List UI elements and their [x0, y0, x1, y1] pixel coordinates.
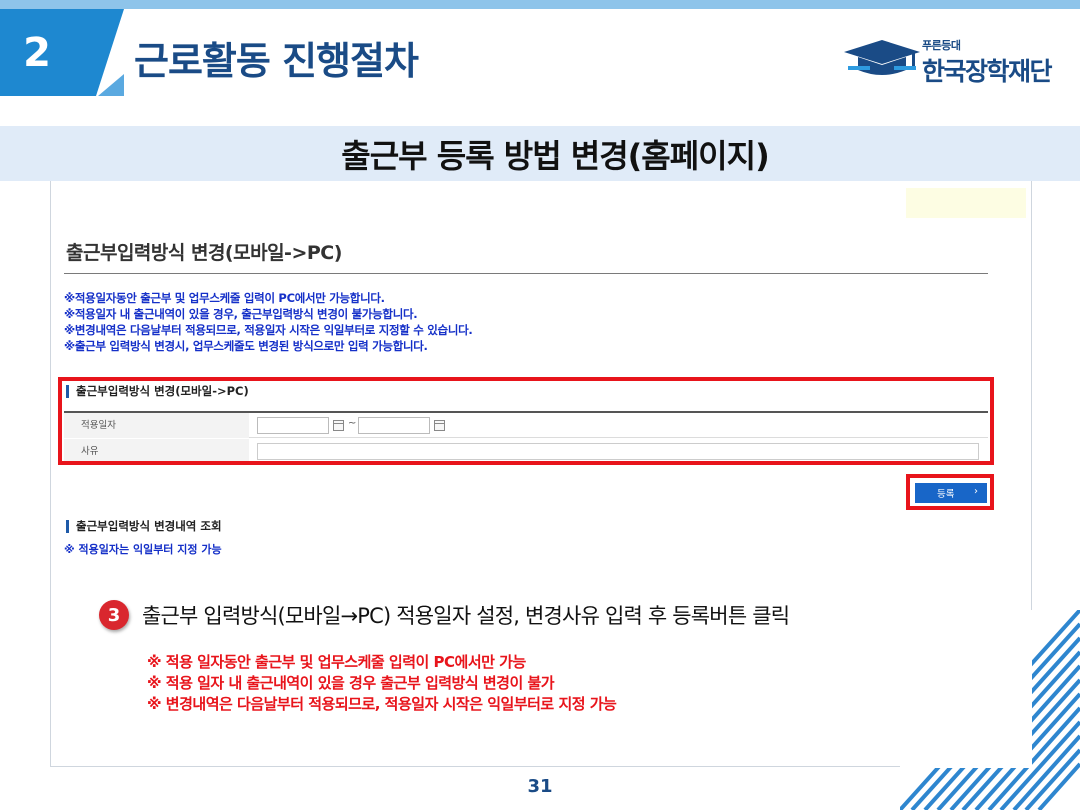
warning-item: ※ 적용 일자 내 출근내역이 있을 경우 출근부 입력방식 변경이 불가	[147, 674, 555, 692]
chapter-number-badge: 2	[0, 9, 96, 96]
slide-title: 근로활동 진행절차	[134, 39, 419, 83]
step-instruction: 출근부 입력방식(모바일→PC) 적용일자 설정, 변경사유 입력 후 등록버튼…	[142, 604, 790, 628]
logo-tagline: 푸른등대	[922, 39, 961, 52]
button-highlight-box	[906, 474, 994, 510]
step-number-badge: 3	[99, 600, 129, 630]
notice-item: ※적용일자동안 출근부 및 업무스케줄 입력이 PC에서만 가능합니다.	[64, 291, 385, 305]
warning-list: ※ 적용 일자동안 출근부 및 업무스케줄 입력이 PC에서만 가능 ※ 적용 …	[147, 652, 617, 715]
history-section-title: 출근부입력방식 변경내역 조회	[66, 520, 222, 533]
notice-item: ※적용일자 내 출근내역이 있을 경우, 출근부입력방식 변경이 불가능합니다.	[64, 307, 418, 321]
page-heading: 출근부입력방식 변경(모바일->PC)	[66, 242, 342, 264]
warning-item: ※ 변경내역은 다음날부터 적용되므로, 적용일자 시작은 익일부터로 지정 가…	[147, 695, 617, 713]
foundation-logo: 푸른등대 한국장학재단	[842, 32, 1053, 88]
chapter-badge-accent	[98, 74, 124, 96]
highlight-placeholder	[906, 188, 1026, 218]
top-accent-stripe	[0, 0, 1080, 9]
graduation-cap-icon	[844, 40, 920, 75]
notice-list: ※적용일자동안 출근부 및 업무스케줄 입력이 PC에서만 가능합니다. ※적용…	[64, 290, 473, 354]
subtitle-band: 출근부 등록 방법 변경(홈페이지)	[0, 126, 1080, 181]
form-highlight-box	[58, 377, 994, 465]
page-number: 31	[527, 776, 553, 797]
history-note: ※ 적용일자는 익일부터 지정 가능	[64, 543, 222, 556]
heading-divider	[64, 273, 988, 274]
notice-item: ※변경내역은 다음날부터 적용되므로, 적용일자 시작은 익일부터로 지정할 수…	[64, 323, 473, 337]
logo-name: 한국장학재단	[922, 57, 1053, 86]
notice-item: ※출근부 입력방식 변경시, 업무스케줄도 변경된 방식으로만 입력 가능합니다…	[64, 339, 428, 353]
warning-item: ※ 적용 일자동안 출근부 및 업무스케줄 입력이 PC에서만 가능	[147, 653, 526, 671]
slide-subtitle: 출근부 등록 방법 변경(홈페이지)	[341, 136, 769, 175]
